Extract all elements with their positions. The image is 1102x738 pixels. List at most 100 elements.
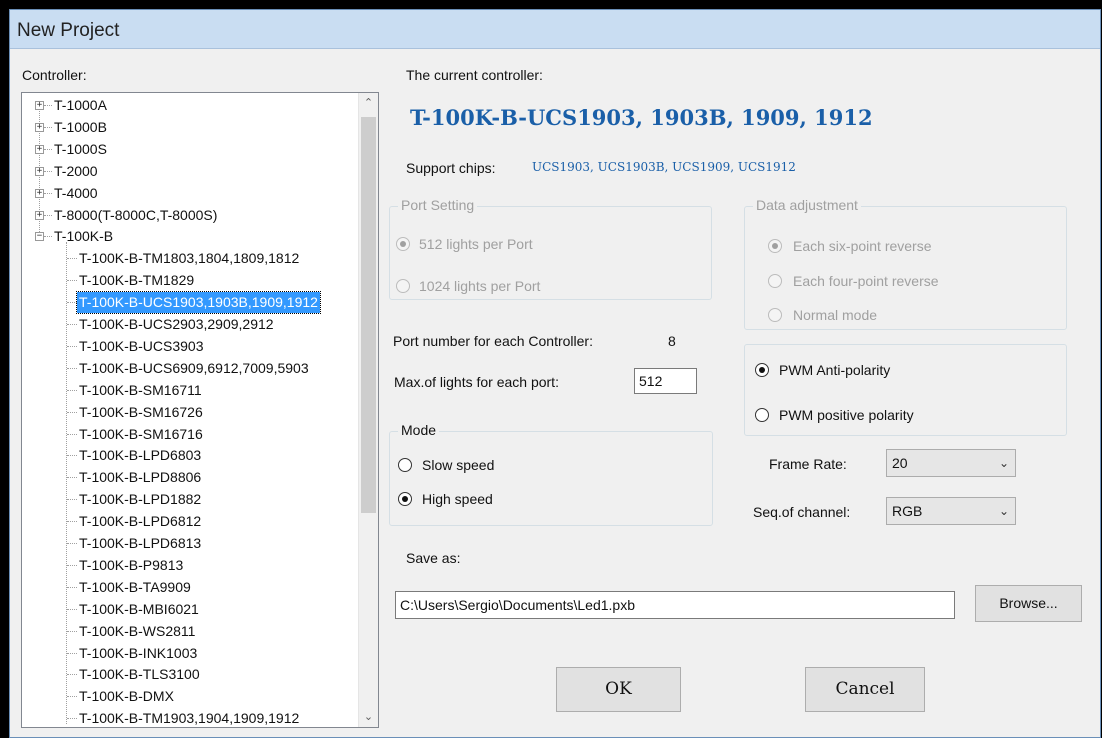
current-controller-label: The current controller: bbox=[406, 67, 543, 83]
current-controller-value: T-100K-B-UCS1903, 1903B, 1909, 1912 bbox=[410, 105, 873, 130]
tree-child-node[interactable]: T-100K-B-LPD1882 bbox=[79, 489, 201, 510]
radio-high-speed-label: High speed bbox=[422, 491, 493, 507]
radio-high-speed[interactable] bbox=[398, 492, 412, 506]
tree-child-node[interactable]: T-100K-B-TM1903,1904,1909,1912 bbox=[79, 708, 299, 727]
tree-child-node[interactable]: T-100K-B-UCS2903,2909,2912 bbox=[79, 314, 274, 335]
tree-child-node[interactable]: T-100K-B-WS2811 bbox=[79, 621, 195, 642]
tree-connector bbox=[67, 258, 77, 260]
controller-tree[interactable]: + T-1000A + T-1000B + T-1000S + T-2000 + T-4000 + T… bbox=[21, 92, 379, 728]
max-lights-label: Max.of lights for each port: bbox=[394, 374, 559, 390]
tree-root-node[interactable]: T-1000S bbox=[54, 139, 107, 160]
tree-connector bbox=[67, 674, 77, 676]
tree-connector bbox=[44, 236, 52, 238]
tree-child-node[interactable]: T-100K-B-SM16711 bbox=[79, 380, 202, 401]
tree-items: + T-1000A + T-1000B + T-1000S + T-2000 + T-4000 + T… bbox=[22, 93, 358, 727]
seq-channel-select[interactable]: RGB ⌄ bbox=[886, 497, 1016, 525]
port-setting-group: Port Setting 512 lights per Port 1024 li… bbox=[389, 197, 712, 300]
radio-pwm-positive-polarity[interactable] bbox=[755, 408, 769, 422]
cancel-button[interactable]: Cancel bbox=[805, 667, 925, 712]
data-adjustment-group: Data adjustment Each six-point reverse E… bbox=[744, 197, 1067, 330]
radio-normal-mode[interactable] bbox=[768, 308, 782, 322]
scroll-down-icon[interactable]: ⌄ bbox=[359, 707, 378, 727]
tree-child-node[interactable]: T-100K-B-LPD6803 bbox=[79, 445, 201, 466]
tree-scrollbar[interactable]: ⌃ ⌄ bbox=[358, 93, 378, 727]
tree-child-node[interactable]: T-100K-B-SM16726 bbox=[79, 402, 203, 423]
tree-connector bbox=[67, 345, 77, 347]
tree-root-node[interactable]: T-1000B bbox=[54, 117, 107, 138]
radio-1024-lights[interactable] bbox=[396, 279, 410, 293]
title-bar[interactable]: New Project bbox=[10, 10, 1100, 49]
tree-connector bbox=[44, 148, 52, 150]
port-setting-title: Port Setting bbox=[398, 197, 478, 213]
tree-child-node[interactable]: T-100K-B-INK1003 bbox=[79, 643, 197, 664]
tree-connector bbox=[44, 170, 52, 172]
tree-root-node[interactable]: T-100K-B bbox=[54, 226, 113, 247]
seq-channel-value: RGB bbox=[892, 503, 923, 519]
tree-child-node[interactable]: T-100K-B-TLS3100 bbox=[79, 664, 200, 685]
tree-root-node[interactable]: T-1000A bbox=[54, 95, 107, 116]
tree-child-node[interactable]: T-100K-B-SM16716 bbox=[79, 424, 203, 445]
tree-root-node[interactable]: T-4000 bbox=[54, 183, 98, 204]
tree-child-node[interactable]: T-100K-B-MBI6021 bbox=[79, 599, 199, 620]
plus-box-icon[interactable]: + bbox=[35, 166, 44, 176]
frame-rate-select[interactable]: 20 ⌄ bbox=[886, 449, 1016, 477]
tree-connector bbox=[44, 192, 52, 194]
radio-four-point[interactable] bbox=[768, 274, 782, 288]
plus-box-icon[interactable]: + bbox=[35, 144, 44, 154]
max-lights-input[interactable]: 512 bbox=[634, 368, 697, 394]
tree-root-node[interactable]: T-2000 bbox=[54, 161, 98, 182]
mode-group: Mode Slow speed High speed bbox=[389, 422, 713, 526]
tree-connector bbox=[67, 477, 77, 479]
tree-connector bbox=[67, 302, 77, 304]
tree-child-node[interactable]: T-100K-B-TA9909 bbox=[79, 577, 191, 598]
tree-connector bbox=[67, 499, 77, 501]
radio-normal-mode-label: Normal mode bbox=[793, 307, 878, 323]
tree-connector bbox=[67, 564, 77, 566]
tree-connector bbox=[67, 324, 77, 325]
tree-connector bbox=[67, 433, 77, 435]
tree-child-node[interactable]: T-100K-B-LPD6813 bbox=[79, 533, 201, 554]
tree-child-node[interactable]: T-100K-B-TM1803,1804,1809,1812 bbox=[79, 248, 299, 269]
radio-pwm-anti-polarity[interactable] bbox=[755, 363, 769, 377]
save-path-input[interactable]: C:\Users\Sergio\Documents\Led1.pxb bbox=[395, 591, 955, 619]
scroll-thumb[interactable] bbox=[361, 117, 376, 513]
tree-root-node[interactable]: T-8000(T-8000C,T-8000S) bbox=[54, 205, 217, 226]
tree-connector bbox=[67, 608, 77, 610]
tree-connector bbox=[44, 105, 52, 106]
frame-rate-label: Frame Rate: bbox=[769, 456, 847, 472]
plus-box-icon[interactable]: + bbox=[35, 188, 44, 198]
plus-box-icon[interactable]: + bbox=[35, 122, 44, 132]
radio-512-lights[interactable] bbox=[396, 237, 410, 251]
radio-slow-speed[interactable] bbox=[398, 458, 412, 472]
tree-child-node[interactable]: T-100K-B-P9813 bbox=[79, 555, 183, 576]
radio-six-point[interactable] bbox=[768, 239, 782, 253]
tree-connector bbox=[67, 652, 77, 654]
seq-channel-label: Seq.of channel: bbox=[753, 504, 851, 520]
tree-child-node[interactable]: T-100K-B-LPD8806 bbox=[79, 467, 201, 488]
tree-connector bbox=[67, 586, 77, 588]
ok-button[interactable]: OK bbox=[556, 667, 681, 712]
mode-title: Mode bbox=[398, 422, 440, 438]
minus-box-icon[interactable]: − bbox=[35, 232, 44, 242]
tree-connector bbox=[44, 214, 52, 216]
scroll-up-icon[interactable]: ⌃ bbox=[359, 93, 378, 113]
browse-button[interactable]: Browse... bbox=[975, 585, 1082, 622]
chevron-down-icon: ⌄ bbox=[998, 456, 1009, 470]
tree-node-selected[interactable]: T-100K-B-UCS1903,1903B,1909,1912 bbox=[76, 291, 321, 315]
plus-box-icon[interactable]: + bbox=[35, 101, 44, 110]
frame-rate-value: 20 bbox=[892, 455, 908, 471]
tree-connector bbox=[67, 389, 77, 391]
tree-connector bbox=[67, 280, 77, 282]
tree-child-node[interactable]: T-100K-B-TM1829 bbox=[79, 270, 194, 291]
tree-connector bbox=[67, 543, 77, 544]
tree-child-node[interactable]: T-100K-B-LPD6812 bbox=[79, 511, 201, 532]
tree-child-node[interactable]: T-100K-B-UCS6909,6912,7009,5903 bbox=[79, 358, 309, 379]
plus-box-icon[interactable]: + bbox=[35, 210, 44, 220]
new-project-dialog: New Project Controller: + T-1000A + T-1000B… bbox=[9, 9, 1101, 738]
polarity-group: PWM Anti-polarity PWM positive polarity bbox=[744, 344, 1067, 436]
tree-child-node[interactable]: T-100K-B-UCS3903 bbox=[79, 336, 204, 357]
chevron-down-icon: ⌄ bbox=[998, 504, 1009, 518]
radio-1024-label: 1024 lights per Port bbox=[419, 278, 541, 294]
support-chips-label: Support chips: bbox=[406, 160, 496, 176]
tree-child-node[interactable]: T-100K-B-DMX bbox=[79, 686, 174, 707]
